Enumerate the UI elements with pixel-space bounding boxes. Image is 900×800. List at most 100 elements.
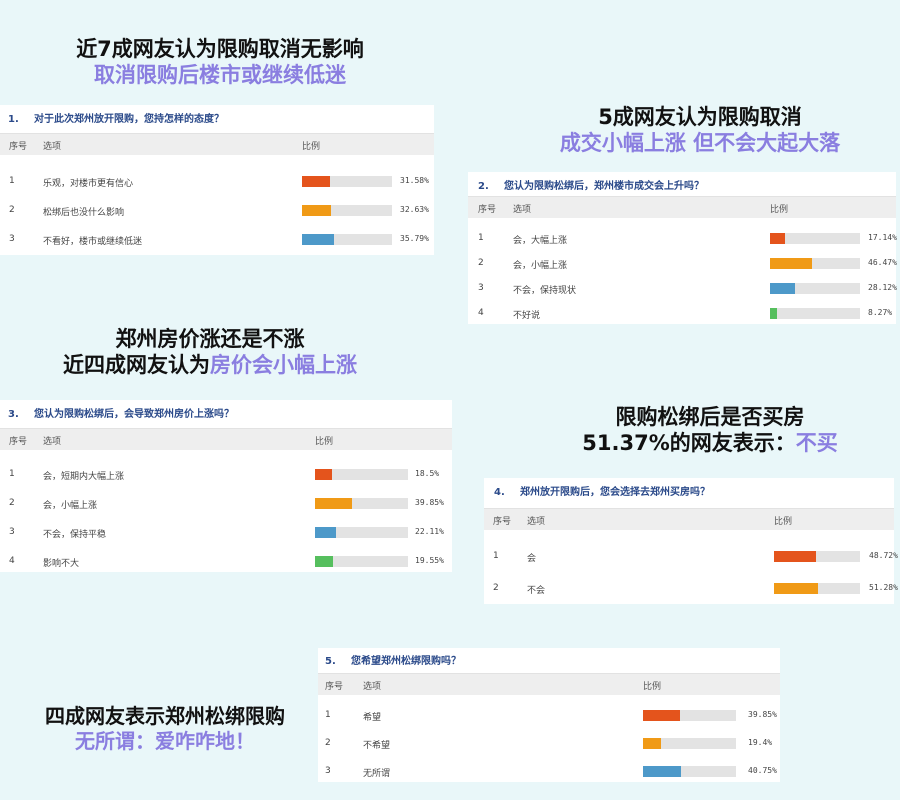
row-option-label: 影响不大 — [43, 559, 80, 569]
row-number: 1 — [325, 710, 331, 720]
caption-5-line1: 四成网友表示郑州松绑限购 — [45, 704, 285, 728]
bar-track — [315, 498, 408, 509]
bar-fill — [302, 205, 332, 216]
percentage-label: 32.63% — [400, 205, 429, 214]
row-number: 4 — [478, 308, 484, 318]
question-number: 2. — [478, 181, 489, 192]
percentage-label: 46.47% — [868, 258, 897, 267]
row-option-label: 会，小幅上涨 — [43, 501, 98, 511]
caption-4-line2-black: 51.37%的网友表示： — [582, 431, 796, 456]
caption-2-line2: 成交小幅上涨 但不会大起大落 — [559, 131, 841, 156]
bar-track — [770, 308, 860, 319]
header-number: 序号 — [478, 205, 497, 215]
caption-4-line1: 限购松绑后是否买房 — [615, 405, 805, 429]
table-row: 1 会，大幅上涨 17.14% — [468, 232, 897, 246]
row-number: 4 — [9, 556, 15, 566]
row-option-label: 希望 — [363, 713, 382, 723]
row-option-label: 不好说 — [513, 311, 541, 321]
header-number: 序号 — [9, 437, 28, 447]
table-row: 1 希望 39.85% — [318, 709, 780, 723]
row-number: 2 — [325, 738, 331, 748]
question-title: 3. 您认为限购松绑后，会导致郑州房价上涨吗？ — [8, 405, 234, 420]
bar-track — [770, 233, 860, 244]
bar-fill — [643, 766, 681, 777]
bar-track — [774, 551, 860, 562]
row-number: 2 — [493, 583, 499, 593]
bar-fill — [315, 527, 336, 538]
row-number: 1 — [9, 176, 15, 186]
row-number: 2 — [9, 498, 15, 508]
bar-fill — [770, 308, 778, 319]
survey-panel-1: 1. 对于此次郑州放开限购，您持怎样的态度？ 序号 选项 比例 1 乐观，对楼市更有信心 31… — [0, 105, 434, 255]
question-title: 1. 对于此次郑州放开限购，您持怎样的态度？ — [8, 110, 224, 125]
header-ratio: 比例 — [315, 437, 334, 447]
table-row: 2 会，小幅上涨 39.85% — [0, 497, 452, 511]
percentage-label: 19.4% — [748, 738, 773, 747]
bar-track — [315, 556, 408, 567]
header-number: 序号 — [9, 142, 28, 152]
row-option-label: 不希望 — [363, 741, 391, 751]
row-option-label: 会，大幅上涨 — [513, 236, 568, 246]
bar-fill — [315, 469, 333, 480]
row-option-label: 会 — [527, 554, 537, 564]
caption-3-line2-black: 近四成网友认为 — [63, 353, 210, 378]
question-text: 您认为限购松绑后，郑州楼市成交会上升吗？ — [504, 181, 704, 192]
table-row: 2 不希望 19.4% — [318, 737, 780, 751]
table-row: 1 乐观，对楼市更有信心 31.58% — [0, 175, 434, 189]
row-option-label: 不会，保持现状 — [513, 286, 577, 296]
bar-track — [302, 234, 392, 245]
header-ratio: 比例 — [302, 142, 321, 152]
table-header: 序号 选项 比例 — [468, 196, 896, 218]
row-number: 3 — [9, 234, 15, 244]
row-option-label: 不看好，楼市或继续低迷 — [43, 237, 143, 247]
row-number: 3 — [9, 527, 15, 537]
bar-track — [774, 583, 860, 594]
bar-track — [643, 710, 736, 721]
percentage-label: 31.58% — [400, 176, 429, 185]
caption-4: 限购松绑后是否买房 51.37%的网友表示：不买 — [545, 404, 875, 457]
percentage-label: 18.5% — [415, 469, 440, 478]
header-ratio: 比例 — [770, 205, 789, 215]
row-number: 1 — [9, 469, 15, 479]
caption-3: 郑州房价涨还是不涨 近四成网友认为房价会小幅上涨 — [20, 326, 400, 379]
bar-track — [315, 469, 408, 480]
bar-fill — [774, 551, 816, 562]
caption-3-line2: 近四成网友认为房价会小幅上涨 — [20, 352, 400, 378]
bar-fill — [302, 176, 331, 187]
bar-fill — [315, 556, 334, 567]
table-header: 序号 选项 比例 — [0, 133, 434, 155]
bar-fill — [302, 234, 335, 245]
percentage-label: 48.72% — [869, 551, 898, 560]
table-row: 3 不会，保持现状 28.12% — [468, 282, 897, 296]
header-ratio: 比例 — [774, 517, 793, 527]
bar-fill — [774, 583, 819, 594]
percentage-label: 51.28% — [869, 583, 898, 592]
caption-1-line1: 近7成网友认为限购取消无影响 — [76, 37, 364, 61]
bar-track — [770, 283, 860, 294]
row-option-label: 会，短期内大幅上涨 — [43, 472, 125, 482]
bar-fill — [770, 283, 796, 294]
header-option: 选项 — [43, 437, 62, 447]
survey-panel-5: 5. 您希望郑州松绑限购吗？ 序号 选项 比例 1 希望 39.85% 2 不希望 19.4% 3 无所… — [318, 648, 780, 782]
percentage-label: 39.85% — [415, 498, 444, 507]
row-number: 3 — [325, 766, 331, 776]
bar-fill — [770, 233, 786, 244]
table-row: 3 不看好，楼市或继续低迷 35.79% — [0, 233, 434, 247]
row-option-label: 无所谓 — [363, 769, 391, 779]
percentage-label: 39.85% — [748, 710, 777, 719]
header-option: 选项 — [363, 682, 382, 692]
question-title: 4. 郑州放开限购后，您会选择去郑州买房吗？ — [494, 483, 710, 498]
row-number: 1 — [478, 233, 484, 243]
row-option-label: 松绑后也没什么影响 — [43, 208, 125, 218]
percentage-label: 28.12% — [868, 283, 897, 292]
survey-panel-3: 3. 您认为限购松绑后，会导致郑州房价上涨吗？ 序号 选项 比例 1 会，短期内大幅上涨 18… — [0, 400, 452, 572]
row-option-label: 不会 — [527, 586, 546, 596]
header-number: 序号 — [325, 682, 344, 692]
caption-3-line1: 郑州房价涨还是不涨 — [115, 327, 305, 351]
table-row: 2 不会 51.28% — [484, 582, 898, 596]
row-number: 1 — [493, 551, 499, 561]
table-row: 3 无所谓 40.75% — [318, 765, 780, 779]
question-title: 2. 您认为限购松绑后，郑州楼市成交会上升吗？ — [478, 177, 704, 192]
percentage-label: 35.79% — [400, 234, 429, 243]
row-option-label: 会，小幅上涨 — [513, 261, 568, 271]
